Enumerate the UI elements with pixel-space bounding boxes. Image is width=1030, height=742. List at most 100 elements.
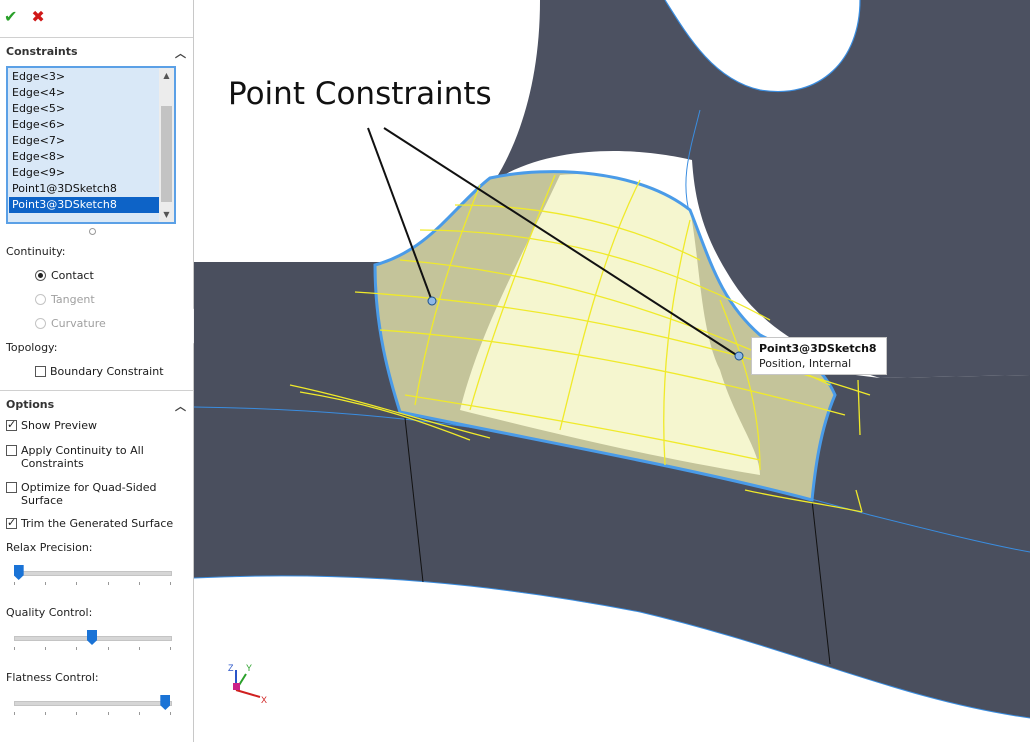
ok-cancel-bar: ✔ ✖ — [4, 6, 45, 28]
close-icon[interactable]: ✖ — [31, 9, 44, 25]
slider-tick — [76, 712, 78, 715]
radio-contact[interactable]: Contact — [35, 269, 94, 282]
point-constraint-marker[interactable] — [427, 296, 437, 306]
slider-tick — [107, 712, 109, 715]
list-item[interactable]: Edge<5> — [9, 101, 161, 117]
list-item[interactable]: Edge<8> — [9, 149, 161, 165]
slider-tick — [76, 582, 78, 585]
property-manager-panel: ✔ ✖ Constraints ︿ Edge<3> Edge<4> Edge<5> E… — [0, 0, 194, 742]
slider-ticks — [14, 647, 171, 651]
quality-control-label: Quality Control: — [6, 606, 93, 619]
slider-tick — [14, 582, 15, 585]
options-header-label: Options — [6, 398, 55, 411]
slider-thumb[interactable] — [13, 565, 24, 580]
trim-surface-label: Trim the Generated Surface — [21, 517, 174, 530]
list-item[interactable]: Point3@3DSketch8 — [9, 197, 161, 213]
slider-tick — [170, 647, 171, 650]
slider-tick — [45, 647, 47, 650]
constraints-list-items: Edge<3> Edge<4> Edge<5> Edge<6> Edge<7> Edge<… — [9, 69, 161, 213]
annotation-title: Point Constraints — [228, 76, 492, 112]
slider-tick — [170, 712, 171, 715]
checkbox-box — [6, 482, 17, 493]
apply-continuity-line2: Constraints — [21, 457, 84, 470]
triad-y-label: Y — [246, 663, 252, 673]
list-item[interactable]: Edge<7> — [9, 133, 161, 149]
quality-control-slider[interactable] — [14, 630, 172, 650]
relax-precision-label: Relax Precision: — [6, 541, 93, 554]
optimize-quad-label: Optimize for Quad-Sided Surface — [21, 481, 157, 507]
radio-dot — [35, 294, 46, 305]
optimize-quad-line2: Surface — [21, 494, 63, 507]
slider-track — [14, 571, 172, 576]
divider — [0, 37, 193, 38]
topology-label: Topology: — [6, 341, 58, 354]
slider-thumb[interactable] — [160, 695, 171, 710]
divider — [0, 390, 193, 391]
slider-tick — [14, 712, 15, 715]
radio-tangent-label: Tangent — [51, 293, 95, 306]
list-item[interactable]: Edge<9> — [9, 165, 161, 181]
checkbox-box — [35, 366, 46, 377]
tooltip-subtitle: Position, Internal — [759, 357, 852, 370]
apply-continuity-checkbox[interactable]: Apply Continuity to All Constraints — [6, 444, 144, 470]
slider-track — [14, 701, 172, 706]
chevron-up-icon[interactable]: ︿ — [175, 45, 186, 61]
list-item[interactable]: Edge<4> — [9, 85, 161, 101]
slider-tick — [138, 582, 140, 585]
scrollbar-thumb[interactable] — [161, 106, 172, 202]
apply-continuity-line1: Apply Continuity to All — [21, 444, 144, 457]
radio-tangent[interactable]: Tangent — [35, 293, 95, 306]
list-item[interactable]: Edge<3> — [9, 69, 161, 85]
checkbox-box — [6, 418, 17, 431]
relax-precision-slider[interactable] — [13, 565, 172, 586]
constraints-header-label: Constraints — [6, 45, 78, 58]
checkbox-box — [6, 516, 17, 529]
checkbox-box — [6, 445, 17, 456]
point-constraint-marker[interactable] — [734, 351, 744, 361]
radio-dot — [35, 318, 46, 329]
slider-tick — [45, 582, 47, 585]
slider-tick — [107, 647, 109, 650]
resize-grip-icon[interactable] — [89, 228, 96, 235]
radio-curvature-label: Curvature — [51, 317, 106, 330]
triad-x-label: X — [261, 695, 267, 705]
slider-tick — [138, 647, 140, 650]
boundary-constraint-label: Boundary Constraint — [50, 365, 164, 378]
slider-tick — [14, 647, 15, 650]
show-preview-label: Show Preview — [21, 419, 97, 432]
constraints-list[interactable]: Edge<3> Edge<4> Edge<5> Edge<6> Edge<7> Edge<… — [6, 66, 176, 224]
boundary-constraint-checkbox[interactable]: Boundary Constraint — [35, 365, 164, 378]
scroll-down-icon[interactable]: ▼ — [159, 207, 174, 222]
list-item[interactable]: Edge<6> — [9, 117, 161, 133]
apply-continuity-label: Apply Continuity to All Constraints — [21, 444, 144, 470]
slider-thumb[interactable] — [87, 630, 97, 645]
constraints-section-header[interactable]: Constraints ︿ — [6, 45, 190, 61]
radio-curvature[interactable]: Curvature — [35, 317, 106, 330]
optimize-quad-line1: Optimize for Quad-Sided — [21, 481, 157, 494]
slider-tick — [107, 582, 109, 585]
continuity-label: Continuity: — [6, 245, 66, 258]
slider-tick — [45, 712, 47, 715]
list-item[interactable]: Point1@3DSketch8 — [9, 181, 161, 197]
slider-ticks — [14, 712, 171, 716]
list-scrollbar[interactable]: ▲ ▼ — [159, 68, 174, 222]
slider-tick — [138, 712, 140, 715]
trim-surface-checkbox[interactable]: Trim the Generated Surface — [6, 516, 174, 530]
slider-tick — [170, 582, 171, 585]
options-section-header[interactable]: Options ︿ — [6, 398, 190, 414]
radio-dot — [35, 270, 46, 281]
optimize-quad-checkbox[interactable]: Optimize for Quad-Sided Surface — [6, 481, 157, 507]
scroll-up-icon[interactable]: ▲ — [159, 68, 174, 83]
chevron-up-icon[interactable]: ︿ — [175, 398, 186, 414]
slider-ticks — [14, 582, 171, 586]
slider-tick — [76, 647, 78, 650]
triad-origin-icon — [233, 683, 240, 690]
show-preview-checkbox[interactable]: Show Preview — [6, 418, 97, 432]
check-icon[interactable]: ✔ — [4, 9, 17, 25]
flatness-control-slider[interactable] — [14, 695, 172, 715]
radio-contact-label: Contact — [51, 269, 94, 282]
entity-tooltip: Point3@3DSketch8 Position, Internal — [751, 337, 887, 375]
flatness-control-label: Flatness Control: — [6, 671, 99, 684]
triad-z-label: Z — [228, 663, 234, 673]
tooltip-title: Point3@3DSketch8 — [759, 342, 877, 355]
